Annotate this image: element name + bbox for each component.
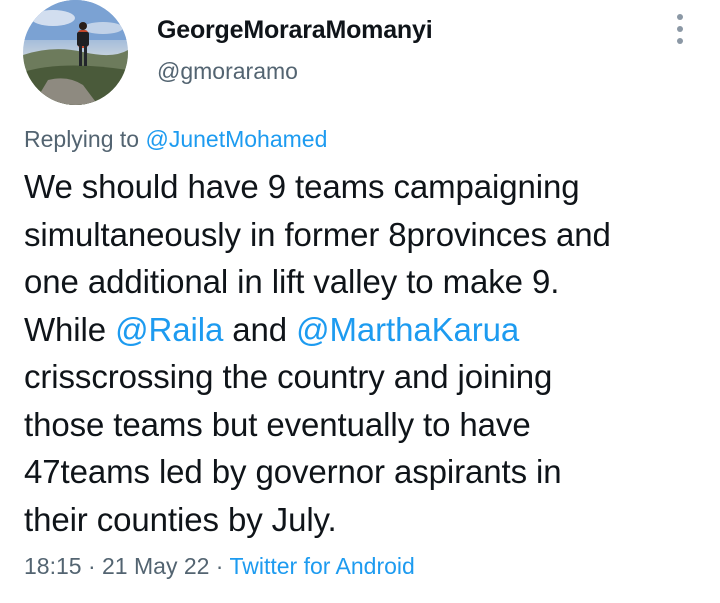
mention-marthakarua-link[interactable]: @MarthaKarua bbox=[296, 311, 519, 348]
user-handle[interactable]: @gmoraramo bbox=[157, 58, 298, 85]
tweet-time[interactable]: 18:15 bbox=[24, 553, 82, 579]
separator: · bbox=[209, 553, 230, 579]
replying-to-label: Replying to bbox=[24, 126, 146, 152]
tweet-fragment: and bbox=[223, 310, 297, 348]
profile-photo bbox=[23, 0, 128, 105]
more-options-icon[interactable] bbox=[668, 14, 692, 44]
tweet-line: those teams but eventually to have bbox=[24, 405, 531, 443]
tweet-line: 47teams led by governor aspirants in bbox=[24, 453, 562, 490]
tweet-metadata: 18:15 · 21 May 22 · Twitter for Android bbox=[24, 553, 415, 580]
tweet-line: simultaneously in former 8provinces and bbox=[24, 215, 611, 253]
tweet-source-link[interactable]: Twitter for Android bbox=[229, 553, 414, 579]
replying-to: Replying to @JunetMohamed bbox=[24, 126, 327, 153]
display-name[interactable]: GeorgeMoraraMomanyi bbox=[157, 16, 433, 45]
tweet-fragment: While bbox=[24, 310, 116, 348]
dot bbox=[677, 14, 683, 20]
tweet-date[interactable]: 21 May 22 bbox=[102, 553, 209, 579]
avatar[interactable] bbox=[23, 0, 128, 105]
tweet-line: We should have 9 teams campaigning bbox=[24, 168, 580, 205]
separator: · bbox=[81, 553, 103, 579]
mention-raila-link[interactable]: @Raila bbox=[115, 311, 223, 348]
reply-mention-link[interactable]: @JunetMohamed bbox=[145, 126, 327, 152]
dot bbox=[677, 38, 683, 44]
tweet-text: We should have 9 teams campaigning simul… bbox=[24, 163, 714, 543]
dot bbox=[677, 26, 683, 32]
tweet-line: their counties by July. bbox=[24, 500, 337, 538]
tweet-line: crisscrossing the country and joining bbox=[24, 358, 553, 395]
tweet-line: one additional in lift valley to make 9. bbox=[24, 263, 560, 300]
tweet-line: While @Raila and @MarthaKarua bbox=[24, 306, 714, 354]
